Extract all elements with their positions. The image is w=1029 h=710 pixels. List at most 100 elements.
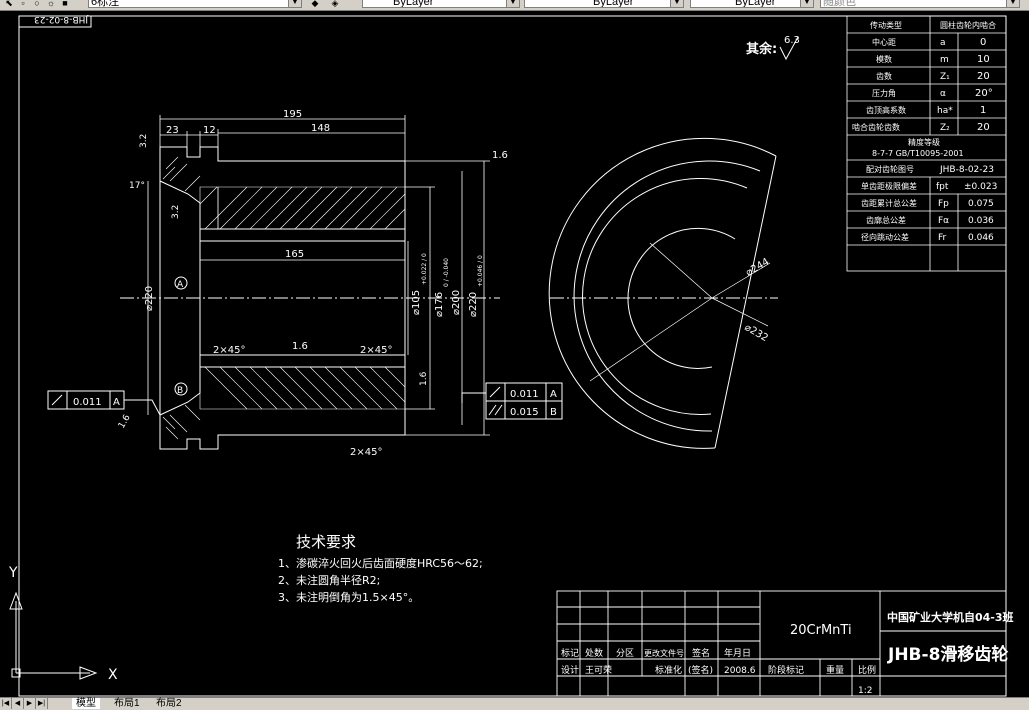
tol-left-datum: A (113, 397, 120, 408)
tech-title: 技术要求 (296, 533, 356, 551)
param2-row-2-value: 0.075 (968, 199, 994, 209)
lineweight-select[interactable]: ByLayer ▼ (690, 0, 814, 8)
properties-toolbar: ⬉ ▫ ○ ☼ ■ 6标注 ▼ ◆ ◈ ByLayer ▼ ByLayer ▼ … (0, 0, 1029, 11)
next-tab-icon[interactable]: ▶ (24, 698, 36, 709)
tb-row1-col0: 标记 (561, 647, 579, 659)
chevron-down-icon[interactable]: ▼ (800, 0, 813, 7)
param2-row-2-name: 齿距累计总公差 (861, 198, 917, 208)
drawing-canvas[interactable]: JHB-8-02-23 其余: 6.3 195 148 23 12 165 17… (0, 11, 1029, 697)
lightbulb-icon[interactable]: ○ (30, 0, 44, 9)
prev-tab-icon[interactable]: ◀ (12, 698, 24, 709)
roughness-3-2-a: 3.2 (139, 134, 149, 148)
tb-row1-col1: 处数 (585, 647, 603, 659)
param2-row-2-symbol: Fp (938, 199, 949, 209)
param-row-5-name: 啮合齿轮齿数 (852, 122, 900, 132)
param-row-3-value: 20° (975, 88, 993, 99)
linetype-value: ByLayer (593, 0, 634, 8)
tab-model[interactable]: 模型 (72, 698, 100, 709)
tb-row1-col4: 签名 (692, 647, 710, 659)
dim-phi232: ⌀232 (743, 322, 770, 344)
chamfer-2x45-a: 2×45° (213, 345, 245, 356)
dim-phi220-tol: +0.046 / 0 (477, 255, 484, 287)
accuracy-value: 8-7-7 GB/T10095-2001 (872, 149, 964, 158)
weight-label: 重量 (826, 664, 844, 676)
upper-section-outline (159, 146, 406, 230)
dimensions (147, 115, 490, 436)
param2-row-1-symbol: fpt (936, 182, 949, 192)
chevron-down-icon[interactable]: ▼ (670, 0, 683, 7)
param-row-1-symbol: m (940, 55, 949, 65)
color-square-icon[interactable]: ■ (58, 0, 72, 9)
dim-phi220: ⌀220 (468, 292, 479, 317)
param-row-4-value: 1 (980, 105, 986, 116)
param2-row-3-symbol: Fα (938, 216, 949, 226)
tech-requirements: 技术要求 1、渗碳淬火回火后齿面硬度HRC56～62; 2、未注圆角半径R2; … (278, 533, 483, 604)
tb-row2-col0: 设计 (561, 664, 579, 676)
tech-item-1: 1、渗碳淬火回火后齿面硬度HRC56～62; (278, 556, 483, 570)
layer-previous-icon[interactable]: ◈ (328, 0, 342, 9)
datum-a-label: A (177, 280, 184, 290)
param2-row-4-value: 0.046 (968, 233, 994, 243)
layer-select[interactable]: ByLayer ▼ (362, 0, 520, 8)
stage-label: 阶段标记 (768, 664, 804, 676)
accuracy-title: 精度等级 (908, 137, 940, 147)
chevron-down-icon[interactable]: ▼ (1006, 0, 1019, 7)
chamfer-2x45-c: 2×45° (350, 447, 382, 458)
roughness-1-6-b: 1.6 (292, 341, 308, 352)
tab-layout2[interactable]: 布局2 (152, 698, 186, 709)
param2-row-3-name: 齿廓总公差 (866, 215, 906, 225)
param-row-2-name: 齿数 (876, 71, 892, 81)
tb-row2-col4: (签名) (688, 664, 713, 676)
dim-phi200: ⌀200 (451, 290, 462, 315)
dim-phi220-left: ⌀220 (144, 286, 155, 311)
roughness-1-6-a: 1.6 (492, 150, 508, 161)
tolerance-frame-right: 0.011 A 0.015 B (461, 382, 563, 420)
lower-hatch (162, 366, 406, 440)
first-tab-icon[interactable]: |◀ (0, 698, 12, 709)
runout-arrow-icon (51, 394, 63, 406)
dim-23: 23 (166, 125, 179, 136)
color-select[interactable]: 随颜色 ▼ (820, 0, 1020, 8)
dim-12: 12 (203, 125, 216, 136)
runout-arrow-icon (489, 386, 501, 398)
dim-phi176-tol: 0 / -0.040 (443, 258, 450, 287)
param-row-3-symbol: α (940, 89, 946, 99)
param-row-1-name: 模数 (876, 54, 892, 64)
layout-tabs-bar: |◀ ◀ ▶ ▶| 模型 布局1 布局2 (0, 697, 1029, 710)
dim-165: 165 (285, 249, 304, 260)
lineweight-value: ByLayer (735, 0, 776, 8)
param-row-5-symbol: Z₂ (940, 123, 950, 133)
tolerance-frame-left: 0.011 A (47, 390, 161, 416)
param-row-2-symbol: Z₁ (940, 72, 950, 82)
ucs-icon: X Y (8, 565, 118, 683)
last-tab-icon[interactable]: ▶| (36, 698, 48, 709)
dimstyle-select[interactable]: 6标注 ▼ (88, 0, 302, 8)
layer-states-icon[interactable]: ◆ (308, 0, 322, 9)
tol-left-value: 0.011 (73, 397, 102, 408)
linetype-select[interactable]: ByLayer ▼ (524, 0, 684, 8)
tb-row2-col3: 标准化 (655, 664, 682, 676)
cad-drawing[interactable]: JHB-8-02-23 其余: 6.3 195 148 23 12 165 17… (0, 11, 1029, 697)
roughness-1-6-c: 1.6 (419, 371, 429, 386)
roughness-rest-label: 其余: (746, 41, 777, 57)
chamfer-2x45-b: 2×45° (360, 345, 392, 356)
param2-row-0-name: 配对齿轮图号 (866, 164, 914, 174)
param-row-0-value: 0 (980, 37, 986, 48)
sun-icon[interactable]: ☼ (44, 0, 58, 9)
tab-layout1[interactable]: 布局1 (110, 698, 144, 709)
param-header-1: 圆柱齿轮内啮合 (940, 20, 996, 30)
tb-row1-col5: 年月日 (724, 647, 751, 659)
dim-17deg: 17° (129, 181, 145, 191)
title-block-texts: 20CrMnTi 中国矿业大学机自04-3班 JHB-8滑移齿轮 标记 处数 分… (561, 610, 1014, 696)
chevron-down-icon[interactable]: ▼ (506, 0, 519, 7)
lock-icon[interactable]: ▫ (16, 0, 30, 9)
dim-148: 148 (311, 123, 330, 134)
tb-row2-col5: 2008.6 (724, 666, 756, 676)
arrow-icon[interactable]: ⬉ (2, 0, 16, 9)
param-row-1-value: 10 (977, 54, 990, 65)
tol-right-value-2: 0.015 (510, 407, 539, 418)
chevron-down-icon[interactable]: ▼ (288, 0, 301, 7)
param-row-2-value: 20 (977, 71, 990, 82)
title-block (556, 590, 1007, 697)
param-row-3-name: 压力角 (872, 88, 896, 98)
